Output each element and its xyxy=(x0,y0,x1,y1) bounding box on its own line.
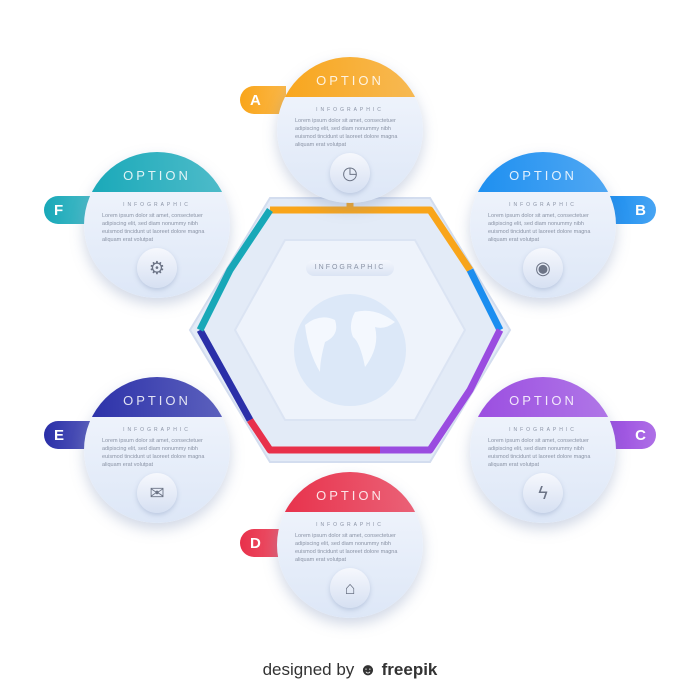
option-title: OPTION xyxy=(277,472,423,512)
option-subtitle: INFOGRAPHIC xyxy=(123,202,191,208)
option-subtitle: INFOGRAPHIC xyxy=(316,107,384,113)
option-subtitle: INFOGRAPHIC xyxy=(509,427,577,433)
option-subtitle: INFOGRAPHIC xyxy=(316,522,384,528)
clock-icon: ◷ xyxy=(330,153,370,193)
option-card-a: OPTION INFOGRAPHIC Lorem ipsum dolor sit… xyxy=(277,57,423,203)
option-card-b: OPTION INFOGRAPHIC Lorem ipsum dolor sit… xyxy=(470,152,616,298)
option-subtitle: INFOGRAPHIC xyxy=(509,202,577,208)
footer-brand: freepik xyxy=(381,660,438,679)
option-title: OPTION xyxy=(470,152,616,192)
option-text: Lorem ipsum dolor sit amet, consectetuer… xyxy=(488,213,591,243)
option-title: OPTION xyxy=(84,152,230,192)
option-title: OPTION xyxy=(470,377,616,417)
eye-icon: ◉ xyxy=(523,248,563,288)
option-badge-f: F xyxy=(44,196,90,224)
home-icon: ⌂ xyxy=(330,568,370,608)
option-title: OPTION xyxy=(84,377,230,417)
option-text: Lorem ipsum dolor sit amet, consectetuer… xyxy=(295,533,398,563)
freepik-logo-icon: ☻ xyxy=(359,660,377,679)
mail-icon: ✉ xyxy=(137,473,177,513)
option-card-e: OPTION INFOGRAPHIC Lorem ipsum dolor sit… xyxy=(84,377,230,523)
option-text: Lorem ipsum dolor sit amet, consectetuer… xyxy=(102,438,205,468)
option-title: OPTION xyxy=(277,57,423,97)
option-subtitle: INFOGRAPHIC xyxy=(123,427,191,433)
option-text: Lorem ipsum dolor sit amet, consectetuer… xyxy=(102,213,205,243)
gear-icon: ⚙ xyxy=(137,248,177,288)
footer-prefix: designed by xyxy=(262,660,355,679)
option-card-c: OPTION INFOGRAPHIC Lorem ipsum dolor sit… xyxy=(470,377,616,523)
option-badge-b: B xyxy=(610,196,656,224)
lightning-icon: ϟ xyxy=(523,473,563,513)
footer-credit: designed by ☻ freepik xyxy=(0,660,700,680)
option-badge-e: E xyxy=(44,421,90,449)
option-card-f: OPTION INFOGRAPHIC Lorem ipsum dolor sit… xyxy=(84,152,230,298)
option-text: Lorem ipsum dolor sit amet, consectetuer… xyxy=(295,118,398,148)
option-text: Lorem ipsum dolor sit amet, consectetuer… xyxy=(488,438,591,468)
option-card-d: OPTION INFOGRAPHIC Lorem ipsum dolor sit… xyxy=(277,472,423,618)
globe-icon xyxy=(290,290,410,410)
center-label: INFOGRAPHIC xyxy=(306,260,394,276)
option-badge-c: C xyxy=(610,421,656,449)
